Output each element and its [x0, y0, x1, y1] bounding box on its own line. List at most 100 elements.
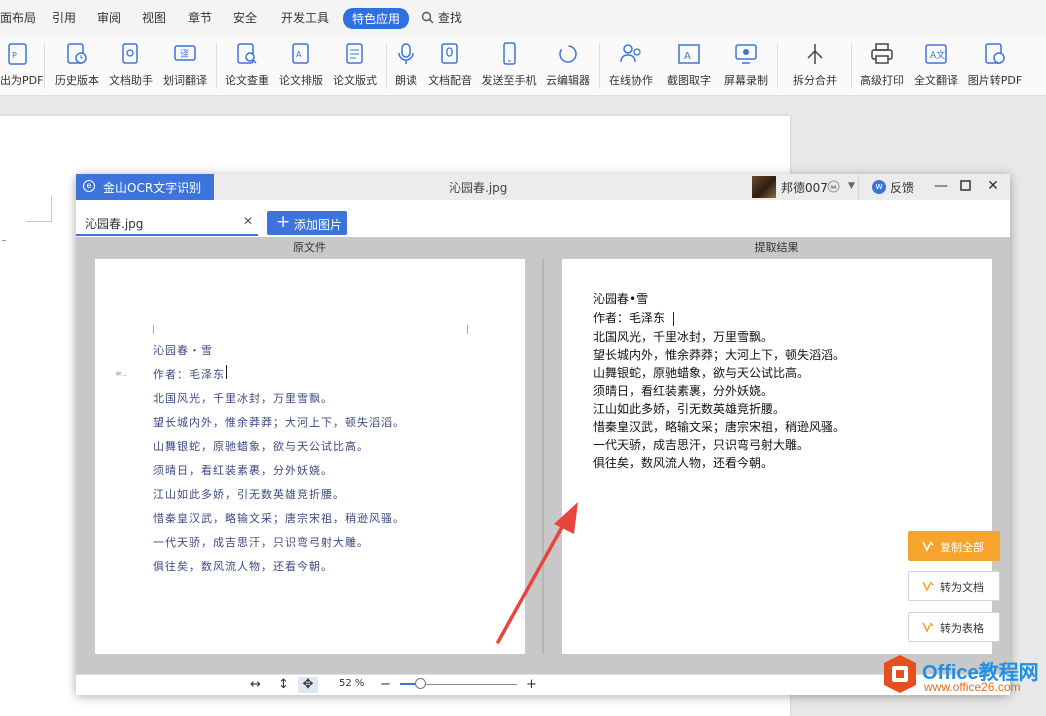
- margin-note: ≡..: [115, 369, 127, 378]
- menu-special-apps[interactable]: 特色应用: [343, 8, 410, 29]
- copy-all-button[interactable]: 复制全部: [908, 531, 1000, 561]
- result-line[interactable]: 作者：毛泽东: [593, 309, 665, 326]
- crop-mark: [153, 325, 154, 334]
- ribbon-send-to-phone-button[interactable]: 发送至手机: [480, 41, 538, 91]
- table-convert-icon: [922, 622, 934, 633]
- svg-text:A: A: [296, 50, 302, 59]
- move-icon[interactable]: ✥: [298, 677, 318, 693]
- ocr-title-bar[interactable]: e 金山OCR文字识别 沁园春.jpg 邦德007 ▼ w 反馈 — ✕: [76, 174, 1010, 201]
- full-translate-icon: A文: [925, 44, 947, 64]
- ribbon-image-to-pdf-button[interactable]: 图片转PDF: [966, 41, 1024, 91]
- menu-section[interactable]: 章节: [188, 9, 212, 26]
- plus-icon: +: [276, 212, 291, 232]
- menu-developer-tools[interactable]: 开发工具: [281, 9, 329, 26]
- maximize-button[interactable]: [956, 177, 974, 195]
- result-line[interactable]: 俱往矣，数风流人物，还看今朝。: [593, 454, 773, 471]
- ribbon-word-translate-button[interactable]: 译 划词翻译: [161, 41, 209, 91]
- result-line[interactable]: 须晴日，看红装素裹，分外妖娆。: [593, 382, 773, 399]
- ribbon-label: 在线协作: [609, 74, 653, 87]
- search-icon: [421, 11, 434, 24]
- ribbon-doc-assistant-button[interactable]: 文档助手: [107, 41, 155, 91]
- source-line: 俱往矣，数风流人物，还看今朝。: [153, 560, 333, 573]
- source-image-panel[interactable]: ≡.. 沁园春・雪 作者：毛泽东 北国风光，千里冰封，万里雪飘。 望长城内外，惟…: [95, 259, 525, 654]
- ribbon-label: 朗读: [395, 74, 417, 87]
- source-line: 山舞银蛇，原驰蜡象，欲与天公试比高。: [153, 440, 369, 453]
- ocr-brand: e 金山OCR文字识别: [76, 174, 214, 200]
- zoom-slider-thumb[interactable]: [414, 678, 426, 689]
- result-line[interactable]: 惜秦皇汉武，略输文采；唐宗宋祖，稍逊风骚。: [593, 418, 845, 435]
- result-line[interactable]: 望长城内外，惟余莽莽；大河上下，顿失滔滔。: [593, 346, 845, 363]
- source-panel-header: 原文件: [293, 241, 326, 254]
- add-image-label: 添加图片: [294, 218, 343, 232]
- ribbon-full-translate-button[interactable]: A文 全文翻译: [912, 41, 960, 91]
- ribbon-paper-layout-button[interactable]: A 论文排版: [277, 41, 325, 91]
- ocr-app-name: 金山OCR文字识别: [103, 181, 202, 195]
- ribbon-collaboration-button[interactable]: 在线协作: [607, 41, 655, 91]
- ribbon-advanced-print-button[interactable]: 高级打印: [858, 41, 906, 91]
- ribbon-paper-format-button[interactable]: 论文版式: [331, 41, 379, 91]
- result-line[interactable]: 沁园春•雪: [593, 290, 648, 307]
- result-line[interactable]: 江山如此多娇，引无数英雄竞折腰。: [593, 400, 785, 417]
- ocr-logo-icon: e: [83, 180, 95, 192]
- ribbon-screen-record-button[interactable]: 屏幕录制: [722, 41, 770, 91]
- menu-review[interactable]: 审阅: [97, 9, 121, 26]
- ribbon-read-aloud-button[interactable]: 朗读: [392, 41, 420, 91]
- minimize-button[interactable]: —: [932, 177, 950, 195]
- zoom-out-button[interactable]: −: [380, 677, 391, 693]
- fit-height-icon[interactable]: ↕: [278, 677, 289, 693]
- ribbon-label: 屏幕录制: [724, 74, 768, 87]
- text-cursor: [226, 365, 227, 379]
- copy-icon: [922, 541, 934, 552]
- phone-icon: [503, 42, 516, 65]
- result-line[interactable]: 一代天骄，成吉思汗，只识弯弓射大雕。: [593, 436, 809, 453]
- avatar[interactable]: [752, 176, 776, 198]
- maximize-icon: [959, 180, 971, 191]
- ribbon-plagiarism-check-button[interactable]: 论文查重: [223, 41, 271, 91]
- close-icon[interactable]: ✕: [243, 214, 253, 228]
- printer-icon: [871, 43, 893, 64]
- screenshot-text-icon: A: [678, 44, 700, 64]
- ribbon-dubbing-button[interactable]: 文档配音: [426, 41, 474, 91]
- ribbon-label: 文档配音: [428, 74, 472, 87]
- ribbon-history-button[interactable]: 历史版本: [53, 41, 101, 91]
- split-merge-icon: [807, 44, 823, 64]
- ribbon-label: 历史版本: [55, 74, 99, 87]
- ribbon-label: 云编辑器: [546, 74, 590, 87]
- feedback-button[interactable]: 反馈: [890, 179, 914, 196]
- convert-to-doc-button[interactable]: 转为文档: [908, 571, 1000, 601]
- ribbon-label: 划词翻译: [163, 74, 207, 87]
- ocr-tab-row: 沁园春.jpg ✕ + 添加图片: [76, 200, 1010, 237]
- source-line: 惜秦皇汉武，略输文采；唐宗宋祖，稍逊风骚。: [153, 512, 405, 525]
- ribbon-cloud-editor-button[interactable]: 云编辑器: [544, 41, 592, 91]
- menu-search[interactable]: 查找: [421, 9, 462, 26]
- tab-image-file[interactable]: 沁园春.jpg ✕: [76, 210, 258, 236]
- collaboration-icon: [620, 44, 641, 63]
- menu-view[interactable]: 视图: [142, 9, 166, 26]
- wps-ribbon: P 出为PDF 历史版本 文档助手 译 划词翻译 论文查重 A 论文排版 论文版…: [0, 37, 1046, 96]
- result-line[interactable]: 北国风光，千里冰封，万里雪飘。: [593, 328, 773, 345]
- ribbon-screenshot-ocr-button[interactable]: A 截图取字: [661, 41, 717, 91]
- ribbon-export-pdf-button[interactable]: P 出为PDF: [0, 41, 43, 91]
- search-label: 查找: [437, 11, 462, 25]
- microphone-icon: [398, 43, 414, 64]
- feedback-icon[interactable]: w: [872, 180, 886, 194]
- user-name[interactable]: 邦德007: [781, 179, 828, 196]
- result-line[interactable]: 山舞银蛇，原驰蜡象，欲与天公试比高。: [593, 364, 809, 381]
- ribbon-label: 拆分合并: [793, 74, 837, 87]
- office-logo-icon: [884, 655, 916, 693]
- svg-text:A: A: [684, 51, 691, 62]
- add-image-button[interactable]: + 添加图片: [267, 211, 347, 235]
- menu-references[interactable]: 引用: [52, 9, 76, 26]
- menu-security[interactable]: 安全: [233, 9, 257, 26]
- assistant-icon: [122, 43, 138, 64]
- ribbon-label: 高级打印: [860, 74, 904, 87]
- close-button[interactable]: ✕: [984, 177, 1002, 195]
- fit-width-icon[interactable]: ↔: [250, 677, 261, 693]
- ribbon-label: 截图取字: [667, 74, 711, 87]
- zoom-slider[interactable]: [400, 678, 517, 689]
- chevron-down-icon[interactable]: ▼: [848, 181, 855, 191]
- zoom-in-button[interactable]: +: [526, 677, 537, 693]
- menu-page-layout[interactable]: 面布局: [0, 9, 36, 26]
- ribbon-split-merge-button[interactable]: 拆分合并: [785, 41, 845, 91]
- convert-to-table-button[interactable]: 转为表格: [908, 612, 1000, 642]
